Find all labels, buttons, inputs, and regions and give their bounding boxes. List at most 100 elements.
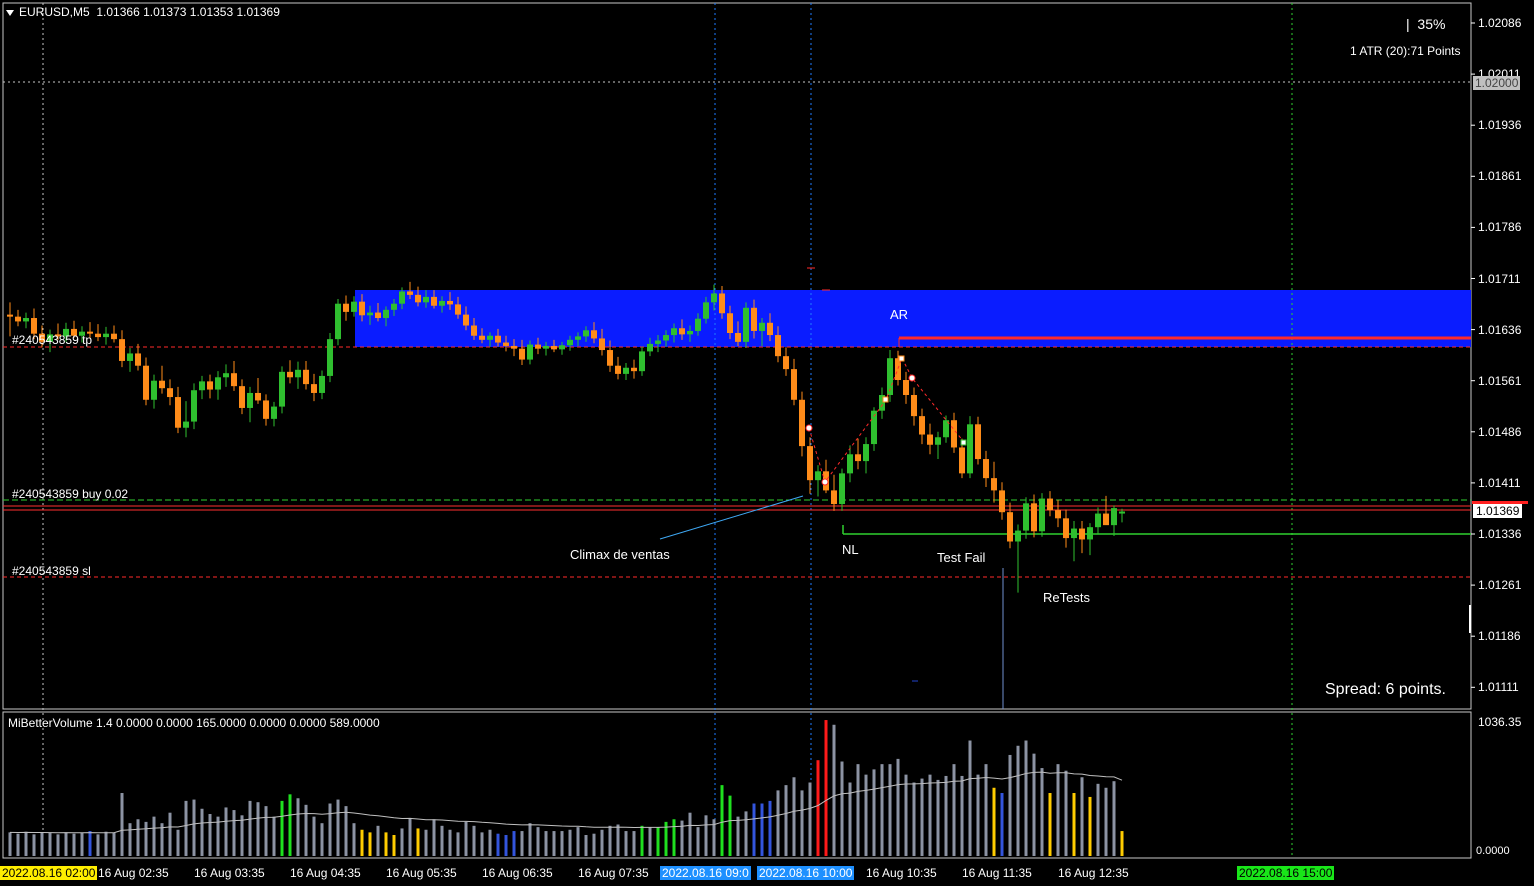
volume-bar	[56, 834, 60, 856]
annotation-retests[interactable]: ReTests	[1043, 590, 1090, 605]
indicator-min-label: 0.0000	[1476, 845, 1510, 857]
candle-body	[1063, 518, 1069, 539]
volume-bar	[400, 828, 404, 856]
chart-canvas[interactable]	[0, 0, 1534, 886]
candle-body	[959, 447, 965, 474]
candle	[807, 437, 813, 494]
candle-body	[567, 339, 573, 346]
candle-body	[503, 342, 509, 346]
candle-body	[671, 328, 677, 336]
candle	[263, 394, 269, 426]
candle	[1111, 505, 1117, 537]
candle-body	[455, 304, 461, 315]
annotation-climax[interactable]: Climax de ventas	[570, 547, 670, 562]
annotation-nl[interactable]: NL	[842, 542, 859, 557]
volume-bar	[656, 827, 660, 856]
buy-label[interactable]: #240543859 buy 0.02	[12, 487, 128, 501]
time-tag-start[interactable]: 2022.08.16 02:00	[0, 866, 98, 880]
candle-body	[791, 369, 797, 400]
volume-bar	[888, 764, 892, 856]
price-axis-label: 1.01711	[1478, 271, 1521, 286]
candle	[927, 423, 933, 455]
candle	[151, 374, 157, 409]
candle	[303, 360, 309, 390]
volume-bar	[240, 815, 244, 856]
volume-bar	[456, 832, 460, 856]
volume-bar	[8, 832, 12, 856]
candle-body	[191, 390, 197, 422]
volume-bar	[1104, 787, 1108, 856]
volume-bar	[552, 831, 556, 856]
candle	[343, 295, 349, 321]
volume-bar	[1088, 796, 1092, 856]
volume-bar	[760, 803, 764, 856]
candle	[879, 387, 885, 419]
zigzag-line[interactable]	[808, 356, 965, 484]
candle-body	[951, 420, 957, 448]
level-price-tag: 1.02000	[1473, 76, 1521, 90]
climax-trendline[interactable]	[659, 495, 804, 540]
candle-body	[1023, 503, 1029, 531]
volume-bar	[1048, 793, 1052, 856]
volume-bar	[416, 828, 420, 856]
symbol-header: EURUSD,M5 1.01366 1.01373 1.01353 1.0136…	[6, 5, 280, 19]
time-tag-green[interactable]: 2022.08.16 15:00	[1237, 866, 1335, 880]
candle-body	[135, 353, 141, 366]
volume-bar	[512, 831, 516, 856]
tp-label[interactable]: #240543859 tp	[12, 333, 92, 347]
price-axis-label: 1.01411	[1478, 475, 1521, 490]
candle	[863, 437, 869, 474]
volume-bar	[528, 823, 532, 856]
zigzag-point	[908, 374, 916, 382]
volume-bar	[816, 760, 820, 856]
candle	[7, 302, 13, 337]
volume-bar	[976, 774, 980, 856]
annotation-test-fail[interactable]: Test Fail	[937, 550, 985, 565]
volume-bar	[776, 790, 780, 856]
volume-bar	[792, 777, 796, 856]
candle-body	[247, 392, 253, 408]
volume-bar	[312, 816, 316, 856]
candle-body	[743, 307, 749, 342]
volume-bar	[752, 803, 756, 856]
time-tag-blue-2[interactable]: 2022.08.16 10:00	[757, 866, 855, 880]
candle-body	[767, 322, 773, 336]
candle-body	[1071, 528, 1077, 539]
candle-body	[1055, 510, 1061, 519]
candle	[847, 445, 853, 483]
candle-body	[847, 454, 853, 474]
candle-body	[807, 446, 813, 481]
candle	[183, 401, 189, 438]
annotation-ar[interactable]: AR	[890, 307, 908, 322]
price-axis-label: 1.01936	[1478, 118, 1522, 133]
candle	[743, 302, 749, 348]
candle	[1063, 509, 1069, 548]
candle	[839, 468, 845, 511]
time-axis-label: 16 Aug 02:35	[98, 866, 169, 880]
volume-bar	[584, 835, 588, 856]
volume-bar	[376, 825, 380, 856]
candle	[783, 347, 789, 376]
candle	[127, 347, 133, 372]
candle	[279, 366, 285, 414]
candle-body	[1039, 498, 1045, 532]
volume-bar	[864, 774, 868, 856]
candle-body	[519, 348, 525, 360]
candle-body	[183, 421, 189, 428]
candle-body	[1007, 512, 1013, 542]
volume-bar	[704, 815, 708, 856]
candle	[967, 416, 973, 479]
sl-label[interactable]: #240543859 sl	[12, 564, 91, 578]
candle-body	[815, 471, 821, 481]
volume-bar	[24, 831, 28, 856]
price-axis-label: 1.01861	[1478, 169, 1522, 184]
zigzag-point	[805, 424, 813, 432]
volume-bar	[336, 799, 340, 856]
triangle-down-icon[interactable]	[6, 9, 14, 16]
volume-bar	[808, 782, 812, 856]
volume-bar	[968, 740, 972, 856]
candle-body	[631, 367, 637, 372]
volume-bar	[168, 812, 172, 856]
volume-bar	[1120, 831, 1124, 856]
time-tag-blue-1[interactable]: 2022.08.16 09:0	[660, 866, 751, 880]
